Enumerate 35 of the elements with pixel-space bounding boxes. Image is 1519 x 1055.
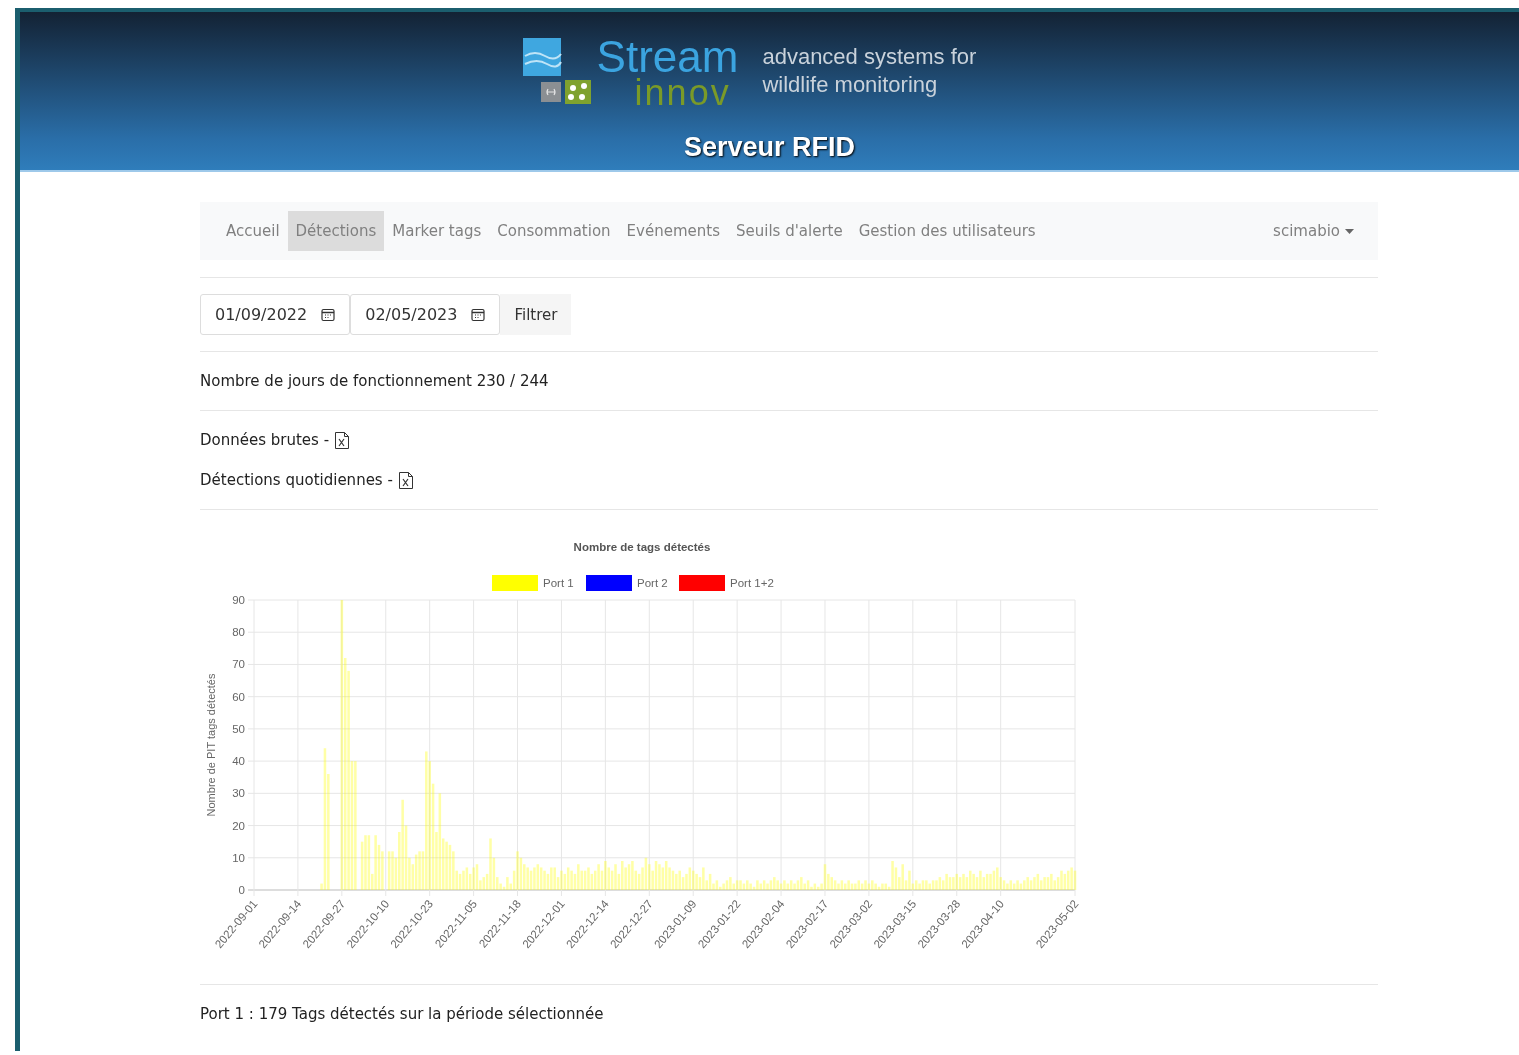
nav-link[interactable]: Accueil [218, 211, 288, 251]
date-field[interactable]: 02/05/2023 [350, 294, 501, 335]
nav-link[interactable]: Gestion des utilisateurs [850, 211, 1044, 251]
logo-wordmark: Stream [596, 38, 739, 76]
date-field[interactable]: 01/09/2022 [200, 294, 351, 335]
nav-link[interactable]: Marker tags [384, 211, 490, 251]
y-axis-tick: 50 [232, 722, 245, 735]
logo-wordmark: innov [634, 76, 732, 110]
y-axis-tick: 40 [232, 755, 245, 768]
legend-label[interactable]: Port 1 [543, 577, 574, 589]
y-axis-tick: 90 [232, 594, 245, 606]
tagline: advanced systems for [762, 43, 977, 71]
y-axis-tick: 30 [232, 787, 245, 800]
summary-text: Port 1 : 179 Tags détectés sur la période sélectionnée [200, 1005, 605, 1023]
y-axis-tick: 70 [232, 658, 245, 671]
nav-link[interactable]: Consommation [489, 211, 619, 251]
download-label: Détections quotidiennes - [200, 471, 393, 489]
y-axis-tick: 10 [232, 851, 245, 864]
page-title: Serveur RFID [683, 132, 856, 163]
user-menu[interactable]: scimabio [1265, 211, 1360, 251]
legend-label[interactable]: Port 2 [637, 577, 668, 589]
y-axis-tick: 80 [232, 626, 245, 639]
y-axis-tick: 20 [232, 819, 245, 832]
y-axis-title: Nombre de PIT tags détectés [205, 673, 217, 817]
legend-label[interactable]: Port 1+2 [730, 577, 774, 589]
tagline: wildlife monitoring [762, 71, 939, 99]
nav-link[interactable]: Evénements [618, 211, 728, 251]
y-axis-tick: 0 [238, 884, 245, 896]
nav-link[interactable]: Détections [287, 211, 385, 251]
y-axis-tick: 60 [232, 690, 245, 703]
filter-button[interactable]: Filtrer [500, 294, 572, 335]
nav-link[interactable]: Seuils d'alerte [727, 211, 851, 251]
download-label: Données brutes - [200, 431, 330, 449]
operating-days-text: Nombre de jours de fonctionnement 230 / 244 [200, 372, 550, 390]
chart-title: Nombre de tags détectés [573, 541, 711, 553]
